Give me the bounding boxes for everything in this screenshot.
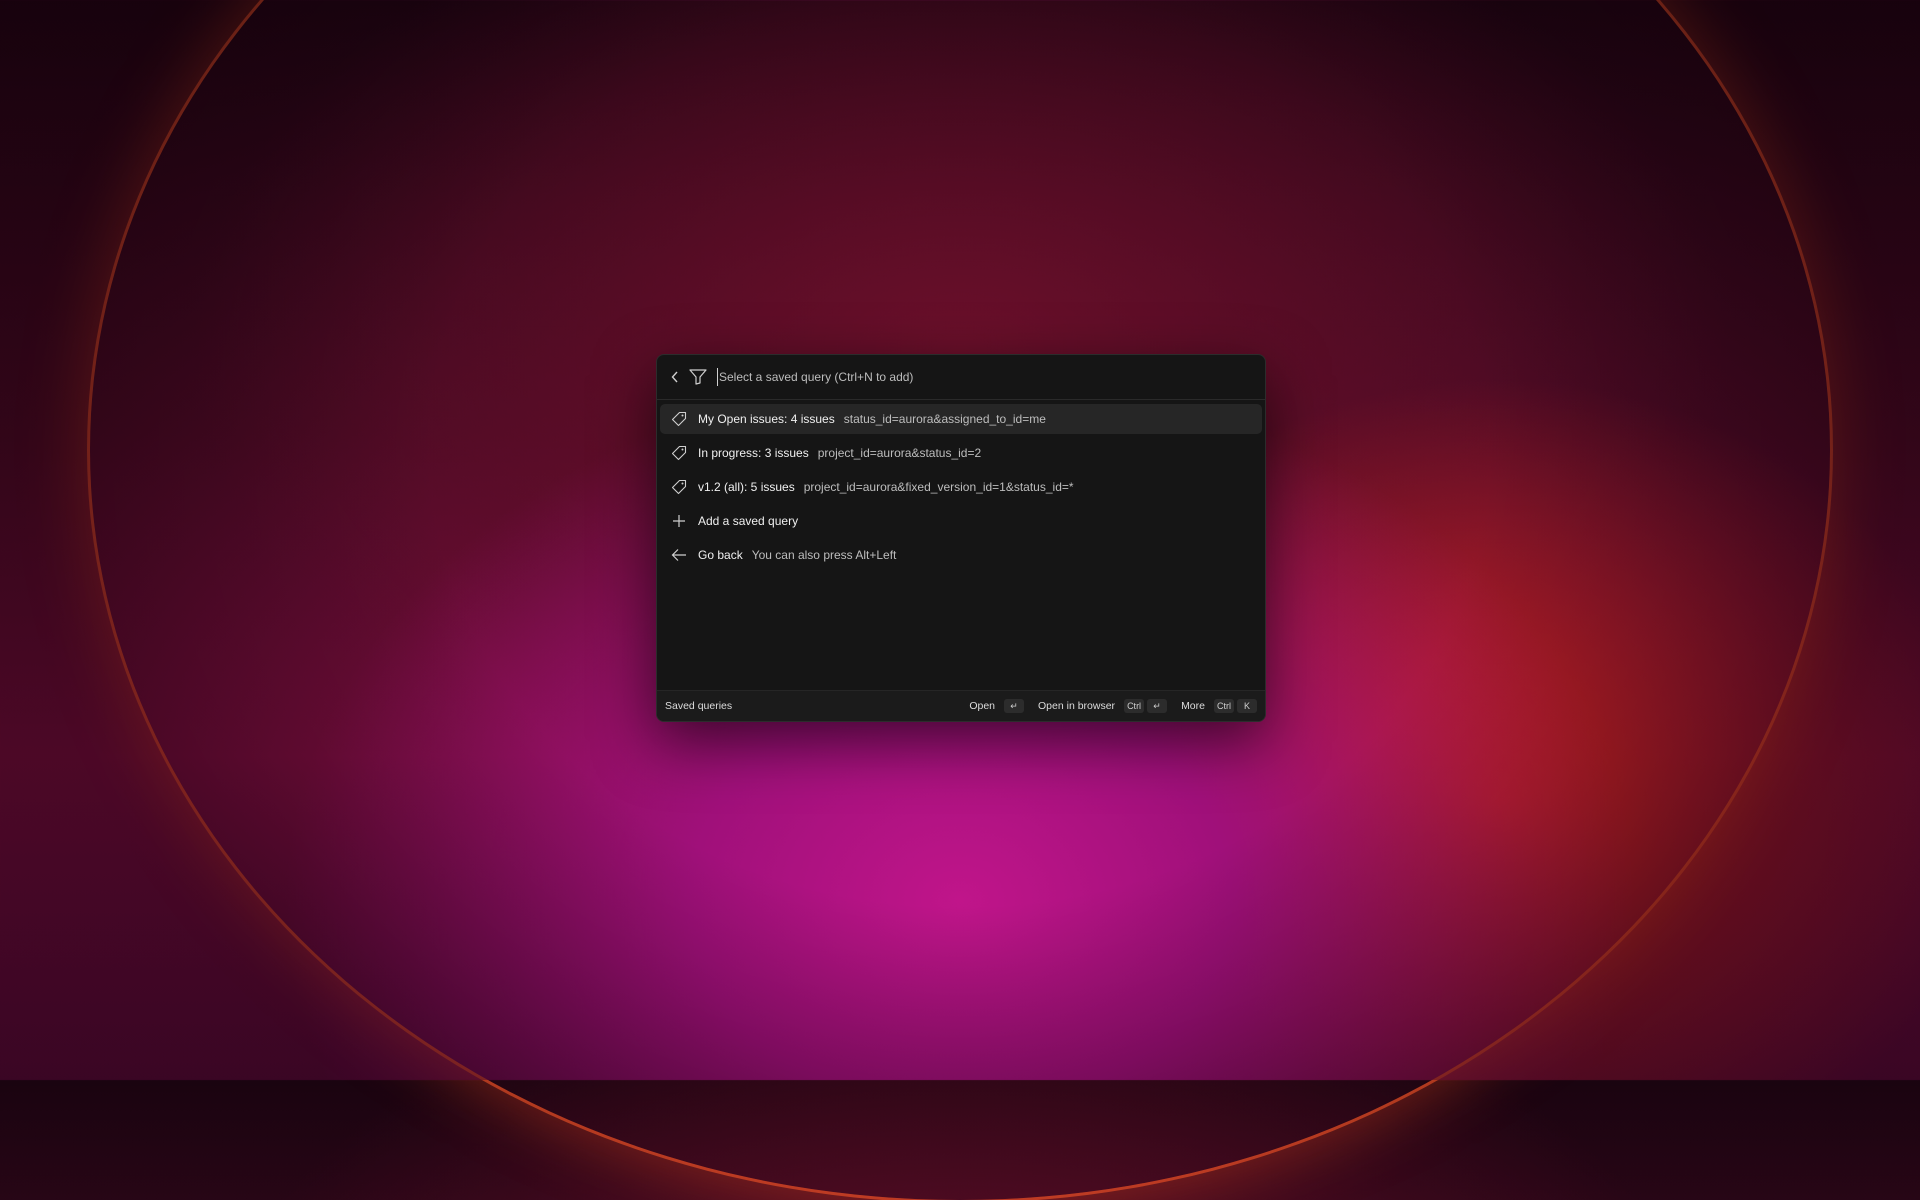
add-saved-query-item[interactable]: Add a saved query — [660, 506, 1262, 536]
list-item[interactable]: My Open issues: 4 issues status_id=auror… — [660, 404, 1262, 434]
results-list: My Open issues: 4 issues status_id=auror… — [657, 400, 1265, 578]
open-label: Open — [969, 700, 996, 712]
open-action[interactable]: Open ↵ — [969, 699, 1025, 713]
item-title: v1.2 (all): 5 issues — [698, 480, 795, 494]
ctrl-key: Ctrl — [1214, 699, 1234, 713]
list-item[interactable]: v1.2 (all): 5 issues project_id=aurora&f… — [660, 472, 1262, 502]
item-title: Go back — [698, 548, 743, 562]
item-subtitle: status_id=aurora&assigned_to_id=me — [843, 412, 1046, 426]
item-subtitle: You can also press Alt+Left — [751, 548, 897, 562]
more-action[interactable]: More Ctrl K — [1181, 699, 1257, 713]
tag-icon — [670, 478, 688, 496]
search-bar — [657, 355, 1265, 400]
open-in-browser-action[interactable]: Open in browser Ctrl ↵ — [1038, 699, 1168, 713]
filter-icon — [689, 366, 711, 388]
footer-title: Saved queries — [665, 700, 733, 712]
go-back-item[interactable]: Go back You can also press Alt+Left — [660, 540, 1262, 570]
back-button[interactable] — [667, 367, 683, 387]
footer-bar: Saved queries Open ↵ Open in browser Ctr… — [657, 690, 1265, 721]
search-input[interactable] — [717, 368, 1255, 386]
open-in-browser-label: Open in browser — [1038, 700, 1116, 712]
enter-key: ↵ — [1004, 699, 1025, 713]
command-palette: My Open issues: 4 issues status_id=auror… — [656, 354, 1266, 722]
plus-icon — [670, 512, 688, 530]
enter-key: ↵ — [1147, 699, 1168, 713]
tag-icon — [670, 410, 688, 428]
arrow-left-icon — [670, 546, 688, 564]
more-label: More — [1181, 700, 1205, 712]
chevron-left-icon — [671, 371, 678, 383]
item-subtitle: project_id=aurora&status_id=2 — [817, 446, 982, 460]
tag-icon — [670, 444, 688, 462]
item-subtitle: project_id=aurora&fixed_version_id=1&sta… — [803, 480, 1074, 494]
item-title: In progress: 3 issues — [698, 446, 809, 460]
list-item[interactable]: In progress: 3 issues project_id=aurora&… — [660, 438, 1262, 468]
item-title: Add a saved query — [698, 514, 799, 528]
k-key: K — [1237, 699, 1257, 713]
item-title: My Open issues: 4 issues — [698, 412, 835, 426]
ctrl-key: Ctrl — [1124, 699, 1145, 713]
